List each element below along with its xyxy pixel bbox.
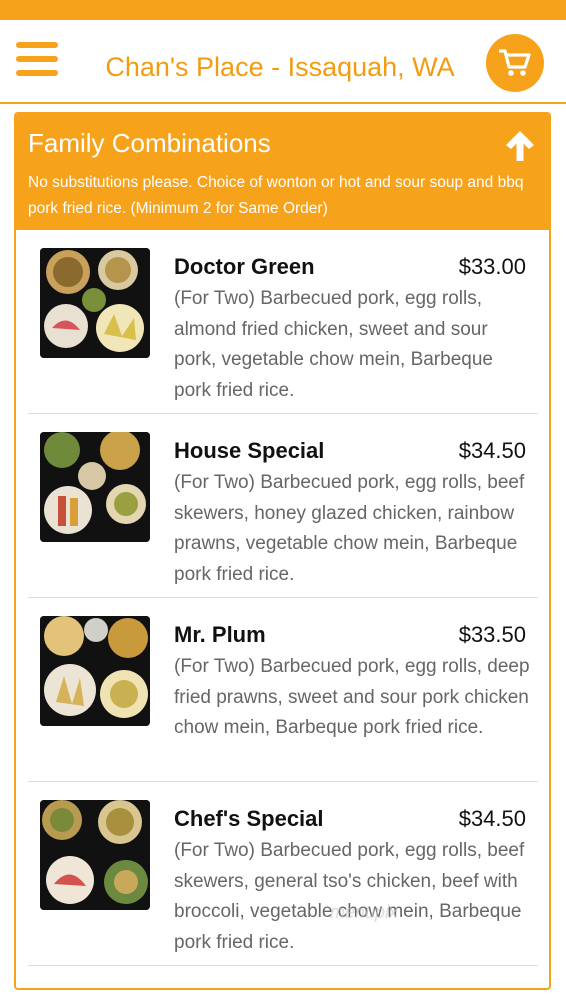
menu-item[interactable]: Doctor Green $33.00 (For Two) Barbecued … — [28, 230, 538, 414]
status-bar — [0, 0, 566, 20]
item-description: (For Two) Barbecued pork, egg rolls, dee… — [174, 656, 530, 738]
item-description: (For Two) Barbecued pork, egg rolls, bee… — [174, 472, 525, 585]
arrow-up-icon[interactable] — [502, 128, 538, 164]
item-description-wrap: (For Two) Barbecued pork, egg rolls, bee… — [40, 836, 530, 958]
app-header: Chan's Place - Issaquah, WA — [0, 20, 566, 104]
menu-category-panel: Family Combinations No substitutions ple… — [14, 112, 551, 990]
item-description: (For Two) Barbecued pork, egg rolls, alm… — [174, 288, 493, 401]
cart-button[interactable] — [486, 34, 544, 92]
item-price: $34.50 — [458, 806, 526, 831]
menu-item[interactable]: Chef's Special $34.50 (For Two) Barbecue… — [28, 782, 538, 966]
item-price: $33.00 — [458, 254, 526, 279]
item-price: $33.50 — [458, 622, 526, 647]
item-description: (For Two) Barbecued pork, egg rolls, bee… — [174, 840, 525, 953]
menu-bar — [16, 42, 58, 48]
category-description: No substitutions please. Choice of wonto… — [28, 174, 524, 217]
menu-item[interactable]: House Special $34.50 (For Two) Barbecued… — [28, 414, 538, 598]
category-header[interactable]: Family Combinations No substitutions ple… — [16, 114, 549, 230]
item-name: Doctor Green — [174, 254, 315, 279]
menu-bar — [16, 70, 58, 76]
item-description-wrap: (For Two) Barbecued pork, egg rolls, bee… — [40, 468, 530, 590]
item-description-wrap: (For Two) Barbecued pork, egg rolls, dee… — [40, 652, 530, 744]
item-price: $34.50 — [458, 438, 526, 463]
item-name: Mr. Plum — [174, 622, 266, 647]
item-description-wrap: (For Two) Barbecued pork, egg rolls, alm… — [40, 284, 530, 406]
hamburger-menu-icon[interactable] — [16, 42, 58, 78]
page-title: Chan's Place - Issaquah, WA — [105, 52, 455, 82]
watermark: menupix — [330, 902, 399, 922]
menu-item[interactable]: Mr. Plum $33.50 (For Two) Barbecued pork… — [28, 598, 538, 782]
item-name: Chef's Special — [174, 806, 324, 831]
menu-bar — [16, 56, 58, 62]
category-title: Family Combinations — [28, 128, 271, 158]
item-name: House Special — [174, 438, 325, 463]
shopping-cart-icon — [499, 49, 531, 76]
